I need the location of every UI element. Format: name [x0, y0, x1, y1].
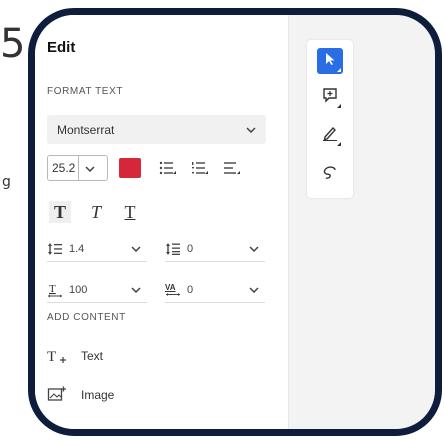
font-size-value: 25.2 [52, 161, 76, 175]
add-comment-icon [322, 87, 338, 108]
font-size-field[interactable]: 25.2 [47, 155, 108, 181]
tool-corner-indicator [337, 142, 341, 146]
char-spacing-icon-label: VA [165, 282, 176, 292]
bold-button[interactable]: T [49, 201, 71, 223]
chevron-down-icon [249, 244, 259, 254]
align-left-icon[interactable] [221, 158, 243, 178]
chevron-down-icon [246, 125, 256, 135]
background-number-fragment: 5 [0, 21, 26, 67]
text-color-swatch[interactable] [119, 158, 141, 178]
line-spacing-value: 1.4 [69, 242, 85, 255]
char-scale-icon: T [47, 282, 69, 298]
tool-corner-indicator [337, 68, 341, 72]
italic-button[interactable]: T [85, 201, 107, 223]
char-spacing-field[interactable]: VA 0 [165, 277, 265, 303]
line-spacing-field[interactable]: 1.4 [47, 236, 147, 262]
format-text-label: FORMAT TEXT [47, 86, 124, 97]
chevron-down-icon [131, 285, 141, 295]
chevron-down-icon [85, 161, 95, 175]
add-text-icon: T [47, 347, 69, 365]
device-frame: Edit FORMAT TEXT Montserrat 25.2 T T T 1… [28, 8, 442, 436]
numbered-list-icon[interactable] [189, 158, 211, 178]
panel-title: Edit [47, 39, 76, 56]
comment-tool[interactable] [317, 84, 343, 110]
add-image-icon [47, 386, 69, 404]
line-spacing-icon [47, 242, 69, 256]
select-arrow-icon [324, 52, 336, 71]
tool-corner-indicator [337, 104, 341, 108]
add-image-item[interactable]: Image [47, 386, 114, 404]
lasso-icon [322, 165, 338, 185]
char-scale-value: 100 [69, 283, 88, 296]
char-spacing-value: 0 [187, 283, 194, 296]
char-spacing-icon: VA [165, 283, 187, 297]
char-scale-field[interactable]: T 100 [47, 277, 147, 303]
tool-palette [307, 40, 353, 198]
select-tool[interactable] [317, 48, 343, 74]
pen-icon [322, 125, 338, 146]
add-text-label: Text [81, 349, 104, 363]
font-family-value: Montserrat [57, 122, 115, 137]
background-letter-fragment: g [2, 174, 11, 190]
edit-panel: Edit FORMAT TEXT Montserrat 25.2 T T T 1… [35, 15, 289, 429]
chevron-down-icon [249, 285, 259, 295]
add-text-item[interactable]: T Text [47, 347, 103, 365]
svg-text:T: T [49, 283, 56, 295]
underline-button[interactable]: T [119, 201, 141, 223]
lasso-tool[interactable] [317, 162, 343, 188]
add-image-label: Image [81, 388, 115, 402]
svg-text:T: T [47, 349, 56, 365]
font-size-dropdown-button[interactable] [78, 156, 101, 180]
paragraph-spacing-field[interactable]: 0 [165, 236, 265, 262]
paragraph-spacing-value: 0 [187, 242, 194, 255]
font-family-select[interactable]: Montserrat [47, 115, 266, 144]
paragraph-spacing-icon [165, 242, 187, 256]
add-content-label: ADD CONTENT [47, 312, 126, 323]
chevron-down-icon [131, 244, 141, 254]
bullet-list-icon[interactable] [157, 158, 179, 178]
draw-tool[interactable] [317, 122, 343, 148]
